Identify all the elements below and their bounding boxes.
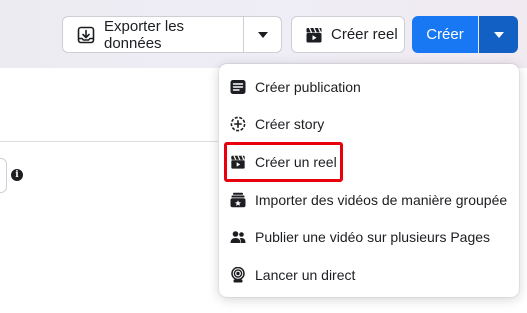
partial-input-field[interactable] [0, 158, 7, 193]
menu-item-create-reel[interactable]: Créer un reel [219, 143, 519, 181]
live-icon [230, 266, 246, 283]
menu-item-bulk-upload-videos[interactable]: Importer des vidéos de manière groupée [219, 181, 519, 219]
clapperboard-icon [305, 26, 323, 44]
menu-item-label: Créer story [255, 116, 325, 133]
create-button[interactable]: Créer [412, 16, 478, 53]
menu-item-label: Lancer un direct [255, 266, 356, 283]
create-dropdown-button[interactable] [479, 16, 518, 53]
clapperboard-icon [230, 154, 246, 170]
create-label: Créer [426, 26, 464, 43]
export-options-dropdown-button[interactable] [243, 16, 282, 53]
export-data-button[interactable]: Exporter les données [62, 16, 244, 53]
menu-item-label: Créer publication [255, 78, 361, 95]
create-dropdown-menu: Créer publication Créer story Créer un r… [219, 64, 519, 297]
people-icon [230, 229, 246, 245]
menu-item-create-story[interactable]: Créer story [219, 106, 519, 144]
info-icon[interactable]: i [11, 169, 23, 181]
caret-down-icon [257, 31, 268, 38]
download-box-icon [77, 26, 95, 44]
video-stack-icon [230, 192, 246, 208]
create-reel-label: Créer reel [331, 26, 398, 43]
menu-item-label: Publier une vidéo sur plusieurs Pages [255, 229, 491, 246]
section-divider [0, 141, 218, 142]
create-reel-button[interactable]: Créer reel [291, 16, 405, 53]
menu-item-publish-multiple-pages[interactable]: Publier une vidéo sur plusieurs Pages [219, 218, 519, 256]
menu-item-label: Créer un reel [255, 153, 337, 170]
caret-down-icon [493, 31, 504, 38]
post-icon [230, 79, 246, 95]
menu-item-create-post[interactable]: Créer publication [219, 68, 519, 106]
menu-item-go-live[interactable]: Lancer un direct [219, 256, 519, 294]
story-plus-icon [230, 116, 246, 132]
export-data-label: Exporter les données [104, 17, 185, 52]
menu-item-label: Importer des vidéos de manière groupée [255, 191, 508, 208]
